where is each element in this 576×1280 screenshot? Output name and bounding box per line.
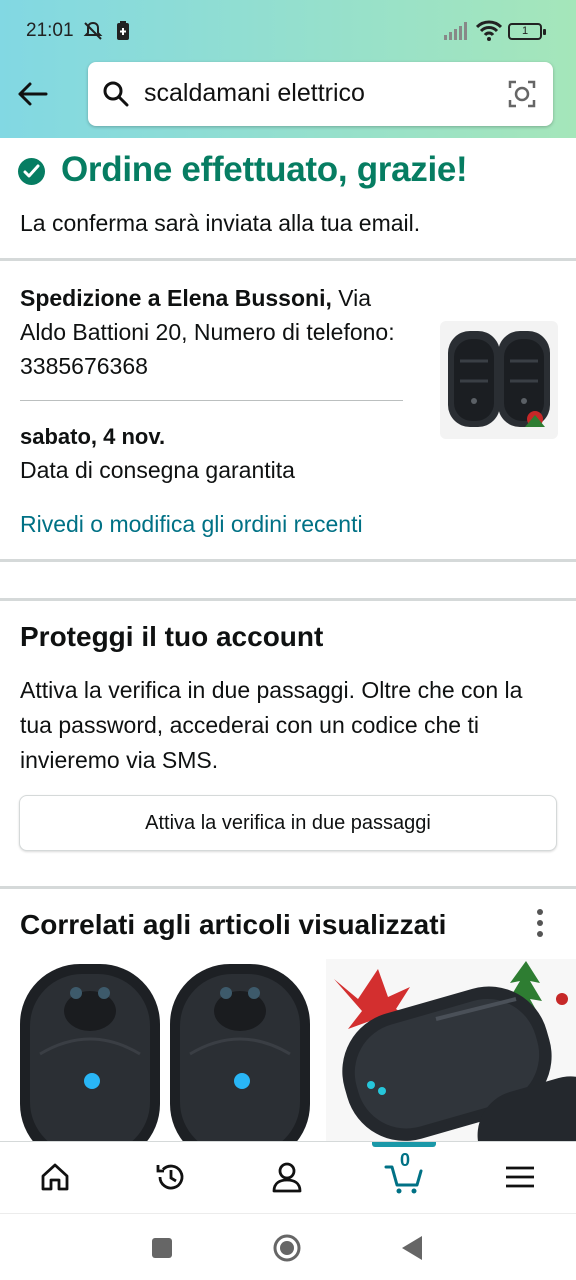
back-button[interactable] — [14, 76, 54, 116]
wifi-icon — [475, 20, 503, 47]
enable-two-step-button[interactable]: Attiva la verifica in due passaggi — [19, 795, 557, 851]
search-icon — [102, 80, 130, 113]
back-system-icon[interactable] — [400, 1234, 424, 1267]
search-bar[interactable]: scaldamani elettrico — [88, 62, 553, 126]
shipping-section: Spedizione a Elena Bussoni, Via Aldo Bat… — [0, 261, 576, 559]
notifications-muted-icon — [82, 20, 104, 47]
delivery-guarantee: Data di consegna garantita — [20, 457, 295, 483]
review-orders-link[interactable]: Rivedi o modifica gli ordini recenti — [20, 511, 363, 538]
related-product-1[interactable] — [0, 959, 322, 1141]
nav-history[interactable] — [131, 1142, 211, 1212]
status-time: 21:01 — [26, 20, 74, 41]
more-options-icon[interactable] — [532, 907, 548, 939]
back-arrow-icon — [18, 82, 48, 106]
protect-description: Attiva la verifica in due passaggi. Oltr… — [20, 677, 523, 773]
nav-home[interactable] — [15, 1142, 95, 1212]
protect-account-section: Proteggi il tuo account Attiva la verifi… — [0, 601, 576, 886]
home-icon — [41, 1163, 69, 1191]
signal-icon — [444, 22, 470, 45]
product-thumbnail[interactable] — [440, 321, 558, 439]
history-icon — [156, 1164, 184, 1190]
recents-icon[interactable] — [150, 1236, 174, 1265]
related-product-2[interactable] — [326, 959, 576, 1141]
system-navigation — [0, 1213, 576, 1280]
shipping-recipient: Spedizione a Elena Bussoni, — [20, 285, 332, 311]
related-title: Correlati agli articoli visualizzati — [20, 909, 447, 940]
shipping-address: Spedizione a Elena Bussoni, Via Aldo Bat… — [20, 281, 415, 383]
battery-saver-icon — [116, 20, 130, 47]
battery-icon: 1 — [508, 23, 546, 40]
nav-menu[interactable] — [480, 1142, 560, 1212]
account-icon — [272, 1162, 302, 1193]
search-input[interactable]: scaldamani elettrico — [144, 79, 365, 108]
delivery-date: sabato, 4 nov. — [20, 424, 166, 449]
order-confirmation: Ordine effettuato, grazie! La conferma s… — [0, 138, 576, 258]
confirmation-subtitle: La conferma sarà inviata alla tua email. — [20, 210, 421, 236]
confirmation-title: Ordine effettuato, grazie! — [61, 150, 468, 189]
section-spacer — [0, 562, 576, 598]
nav-account[interactable] — [247, 1142, 327, 1212]
status-bar: 21:01 1 — [0, 0, 576, 64]
camera-search-icon[interactable] — [507, 79, 537, 114]
protect-title: Proteggi il tuo account — [20, 621, 324, 652]
related-products-section: Correlati agli articoli visualizzati — [0, 889, 576, 1141]
home-button-icon[interactable] — [272, 1233, 302, 1268]
check-icon — [18, 158, 45, 185]
bottom-navigation: 0 — [0, 1141, 576, 1213]
cart-count: 0 — [400, 1150, 411, 1170]
app-header: 21:01 1 scaldamani elettrico — [0, 0, 576, 138]
shipping-divider — [20, 400, 403, 401]
menu-icon — [506, 1166, 534, 1188]
